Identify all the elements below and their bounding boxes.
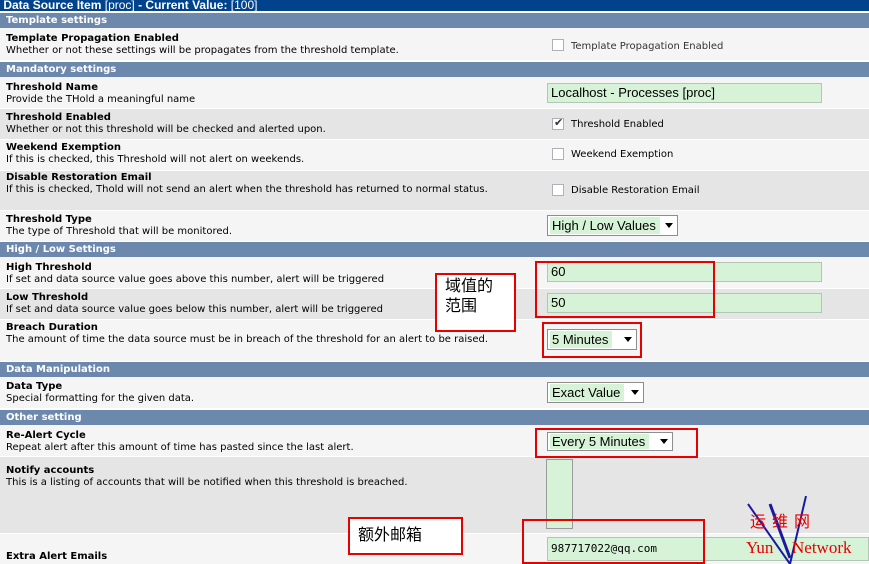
highlight-extra-email — [522, 519, 705, 564]
disable-restoration-checkbox[interactable] — [552, 184, 564, 196]
row-data-type: Data Type Special formatting for the giv… — [0, 377, 869, 408]
template-propagation-title: Template Propagation Enabled — [6, 33, 179, 44]
notify-accounts-title: Notify accounts — [6, 465, 95, 476]
threshold-type-value: High / Low Values — [550, 217, 660, 234]
weekend-exemption-checkbox[interactable] — [552, 148, 564, 160]
threshold-name-input[interactable]: Localhost - Processes [proc] — [547, 83, 822, 103]
disable-restoration-title: Disable Restoration Email — [6, 172, 152, 183]
row-template-propagation: Template Propagation Enabled Whether or … — [0, 28, 869, 60]
page-header: Data Source Item [proc] - Current Value:… — [0, 0, 869, 11]
row-realert-cycle: Re-Alert Cycle Repeat alert after this a… — [0, 425, 869, 456]
section-data-manipulation: Data Manipulation — [0, 362, 869, 377]
weekend-exemption-desc: If this is checked, this Threshold will … — [6, 154, 305, 165]
watermark-logo: 运维网 Yun Network — [740, 496, 869, 564]
disable-restoration-check-label: Disable Restoration Email — [571, 185, 700, 196]
header-ds: [proc] — [104, 0, 135, 11]
threshold-type-title: Threshold Type — [6, 214, 92, 225]
watermark-line1: 运维网 — [750, 512, 817, 531]
data-type-title: Data Type — [6, 381, 63, 392]
disable-restoration-desc: If this is checked, Thold will not send … — [6, 184, 488, 195]
threshold-name-desc: Provide the THold a meaningful name — [6, 94, 196, 105]
template-propagation-checkbox[interactable] — [552, 39, 564, 51]
highlight-realert-cycle — [535, 428, 698, 458]
threshold-name-title: Threshold Name — [6, 82, 98, 93]
data-type-desc: Special formatting for the given data. — [6, 393, 195, 404]
notify-accounts-desc: This is a listing of accounts that will … — [6, 477, 408, 488]
threshold-type-desc: The type of Threshold that will be monit… — [6, 226, 233, 237]
realert-cycle-title: Re-Alert Cycle — [6, 430, 86, 441]
row-threshold-name: Threshold Name Provide the THold a meani… — [0, 77, 869, 108]
threshold-enabled-checkbox[interactable] — [552, 116, 564, 130]
watermark-network: Network — [792, 538, 852, 557]
row-weekend-exemption: Weekend Exemption If this is checked, th… — [0, 140, 869, 170]
data-type-value: Exact Value — [550, 384, 625, 401]
realert-cycle-desc: Repeat alert after this amount of time h… — [6, 442, 354, 453]
breach-duration-desc: The amount of time the data source must … — [6, 334, 489, 345]
section-high-low-settings: High / Low Settings — [0, 242, 869, 257]
template-propagation-check-label: Template Propagation Enabled — [571, 41, 724, 52]
threshold-enabled-title: Threshold Enabled — [6, 112, 111, 123]
chevron-down-icon — [631, 390, 639, 395]
row-threshold-type: Threshold Type The type of Threshold tha… — [0, 211, 869, 241]
row-disable-restoration: Disable Restoration Email If this is che… — [0, 171, 869, 210]
weekend-exemption-check-label: Weekend Exemption — [571, 149, 674, 160]
weekend-exemption-title: Weekend Exemption — [6, 142, 121, 153]
section-template-settings: Template settings — [0, 13, 869, 28]
threshold-enabled-check-label: Threshold Enabled — [571, 119, 664, 130]
section-mandatory-settings: Mandatory settings — [0, 62, 869, 77]
annotation-range-note: 域值的范围 — [435, 273, 516, 332]
highlight-breach-duration — [542, 322, 642, 358]
watermark-yun: Yun — [746, 538, 774, 557]
section-other-setting: Other setting — [0, 410, 869, 425]
threshold-type-select[interactable]: High / Low Values — [547, 215, 678, 236]
threshold-enabled-desc: Whether or not this threshold will be ch… — [6, 124, 326, 135]
header-current-value: [100] — [230, 0, 258, 11]
chevron-down-icon — [665, 223, 673, 228]
template-propagation-desc: Whether or not these settings will be pr… — [6, 45, 399, 56]
data-type-select[interactable]: Exact Value — [547, 382, 644, 403]
annotation-email-note: 额外邮箱 — [348, 517, 463, 555]
row-threshold-enabled: Threshold Enabled Whether or not this th… — [0, 109, 869, 139]
header-current-label: - Current Value: — [134, 0, 228, 11]
header-title: Data Source Item — [3, 0, 102, 11]
highlight-threshold-range — [535, 261, 715, 318]
